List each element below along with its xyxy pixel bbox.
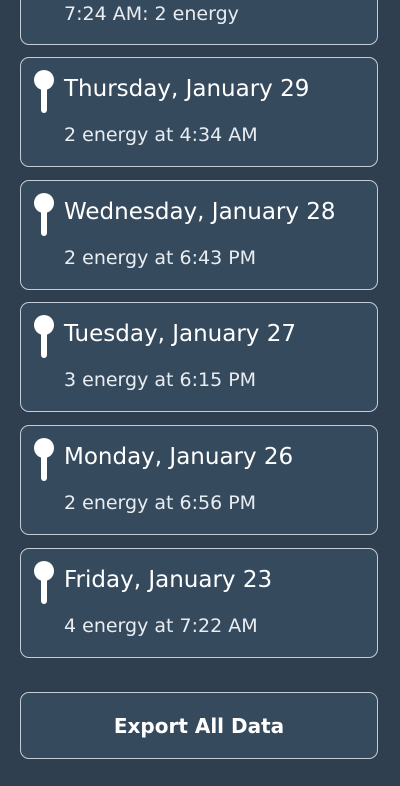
history-screen: 7:24 AM: 2 energy Thursday, January 29 2… [0, 0, 400, 786]
entry-detail: 2 energy at 4:34 AM [64, 124, 258, 146]
entry-date: Tuesday, January 27 [64, 321, 296, 347]
pin-icon [34, 193, 54, 236]
pin-icon [34, 70, 54, 113]
entry-card[interactable]: Tuesday, January 27 3 energy at 6:15 PM [20, 302, 378, 412]
pin-icon [34, 315, 54, 358]
entry-date: Wednesday, January 28 [64, 199, 336, 225]
entry-detail: 4 energy at 7:22 AM [64, 615, 258, 637]
export-all-data-button[interactable]: Export All Data [20, 692, 378, 759]
entry-card[interactable]: Thursday, January 29 2 energy at 4:34 AM [20, 57, 378, 167]
entry-detail: 3 energy at 6:15 PM [64, 369, 257, 391]
entry-card-partial[interactable]: 7:24 AM: 2 energy [20, 0, 378, 45]
entry-date: Friday, January 23 [64, 567, 273, 593]
entry-card[interactable]: Monday, January 26 2 energy at 6:56 PM [20, 425, 378, 535]
entry-detail: 2 energy at 6:43 PM [64, 247, 257, 269]
entry-detail: 2 energy at 6:56 PM [64, 492, 257, 514]
entry-detail: 7:24 AM: 2 energy [64, 3, 239, 25]
entry-card[interactable]: Wednesday, January 28 2 energy at 6:43 P… [20, 180, 378, 290]
entry-date: Monday, January 26 [64, 444, 294, 470]
entry-date: Thursday, January 29 [64, 76, 310, 102]
pin-icon [34, 561, 54, 604]
entry-card[interactable]: Friday, January 23 4 energy at 7:22 AM [20, 548, 378, 658]
pin-icon [34, 438, 54, 481]
